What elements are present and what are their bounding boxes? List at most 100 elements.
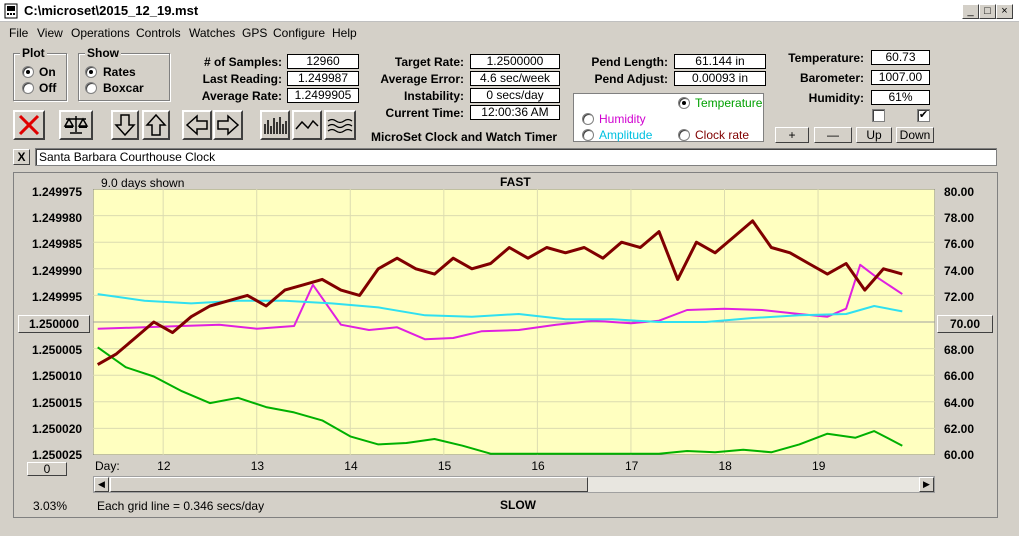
right-axis-tick: 68.00: [944, 343, 975, 357]
current-time-value: 12:00:36 AM: [470, 105, 560, 120]
current-time-label: Current Time:: [385, 106, 464, 120]
overlay-clockrate-label: Clock rate: [695, 128, 750, 142]
show-rates-label: Rates: [103, 65, 136, 79]
menu-help[interactable]: Help: [332, 26, 357, 40]
arrow-left-icon: [185, 114, 208, 136]
menu-file[interactable]: File: [9, 26, 28, 40]
right-axis-tick: 64.00: [944, 396, 975, 410]
samples-value: 12960: [287, 54, 359, 69]
line-view-button[interactable]: [292, 110, 322, 140]
samples-label: # of Samples:: [203, 55, 282, 69]
show-group-title: Show: [85, 46, 121, 60]
multi-line-view-button[interactable]: [324, 110, 356, 140]
app-name: MicroSet Clock and Watch Timer: [371, 130, 558, 144]
clock-name-field[interactable]: Santa Barbara Courthouse Clock: [35, 148, 997, 166]
overlay-temperature-radio[interactable]: [678, 97, 690, 109]
window-title: C:\microset\2015_12_19.mst: [24, 3, 199, 18]
arrow-right-icon: [217, 114, 240, 136]
avg-rate-label: Average Rate:: [201, 89, 282, 103]
scroll-right-icon[interactable]: ▶: [919, 477, 934, 492]
maximize-button[interactable]: □: [979, 4, 996, 19]
minimize-button[interactable]: _: [962, 4, 979, 19]
plot-off-label: Off: [39, 81, 57, 95]
overlay-humidity-radio[interactable]: [582, 113, 594, 125]
plot-group: Plot On Off: [13, 46, 67, 101]
down-arrow-button[interactable]: [111, 110, 139, 140]
humidity-value: 61%: [871, 90, 930, 105]
menu-configure[interactable]: Configure: [273, 26, 325, 40]
menu-controls[interactable]: Controls: [136, 26, 181, 40]
fast-label: FAST: [500, 175, 531, 189]
plot-on-radio[interactable]: [22, 66, 34, 78]
scroll-left-icon[interactable]: ◀: [94, 477, 109, 492]
zero-button[interactable]: 0: [27, 462, 67, 476]
left-axis-tick: 1.250015: [32, 396, 83, 410]
red-x-icon: [18, 114, 40, 136]
temperature-value: 60.73: [871, 50, 930, 65]
right-axis-tick: 66.00: [944, 369, 975, 383]
right-center-value-button[interactable]: 70.00: [937, 315, 993, 333]
overlay-temperature-label: Temperature: [695, 96, 763, 110]
up-arrow-button[interactable]: [142, 110, 170, 140]
plot-on-label: On: [39, 65, 56, 79]
avg-rate-value: 1.2499905: [287, 88, 359, 103]
scale-balance-icon: [63, 116, 89, 134]
show-rates-radio[interactable]: [85, 66, 97, 78]
pend-length-value: 61.144 in: [674, 54, 766, 69]
bars-view-button[interactable]: [260, 110, 290, 140]
day-tick-label: 16: [531, 459, 545, 473]
menu-gps[interactable]: GPS: [242, 26, 267, 40]
multi-wave-icon: [327, 118, 353, 134]
temperature-label: Temperature:: [788, 51, 864, 65]
day-axis-label: Day:: [95, 459, 120, 473]
rate-chart: [93, 189, 935, 455]
pend-adjust-value: 0.00093 in: [674, 71, 766, 86]
right-axis-tick: 72.00: [944, 290, 975, 304]
overlay-clockrate-radio[interactable]: [678, 129, 690, 141]
checkbox-left[interactable]: [872, 109, 885, 122]
right-axis-tick: 62.00: [944, 422, 975, 436]
humidity-label: Humidity:: [808, 91, 864, 105]
day-tick-label: 14: [344, 459, 358, 473]
scale-down-button[interactable]: Down: [896, 127, 934, 143]
left-arrow-button[interactable]: [182, 110, 212, 140]
horizontal-scrollbar[interactable]: ◀ ▶: [93, 476, 935, 493]
left-axis-tick: 1.249985: [32, 237, 83, 251]
instability-value: 0 secs/day: [470, 88, 560, 103]
plot-off-radio[interactable]: [22, 82, 34, 94]
right-axis-tick: 74.00: [944, 264, 975, 278]
target-rate-value: 1.2500000: [470, 54, 560, 69]
overlay-humidity-label: Humidity: [599, 112, 646, 126]
show-group: Show Rates Boxcar: [78, 46, 170, 101]
left-axis-tick: 1.249990: [32, 264, 83, 278]
scale-minus-button[interactable]: —: [814, 127, 852, 143]
left-axis-tick: 1.250020: [32, 422, 83, 436]
balance-button[interactable]: [59, 110, 93, 140]
overlay-amplitude-radio[interactable]: [582, 129, 594, 141]
scale-plus-button[interactable]: +: [775, 127, 809, 143]
right-axis-tick: 76.00: [944, 237, 975, 251]
grid-note: Each grid line = 0.346 secs/day: [97, 499, 265, 513]
checkbox-right[interactable]: ✔: [917, 109, 930, 122]
menu-operations[interactable]: Operations: [71, 26, 130, 40]
app-icon: [4, 3, 18, 19]
wave-line-icon: [295, 119, 319, 130]
barometer-value: 1007.00: [871, 70, 930, 85]
menu-bar: File View Operations Controls Watches GP…: [0, 23, 1019, 43]
menu-watches[interactable]: Watches: [189, 26, 235, 40]
close-button[interactable]: ×: [996, 4, 1013, 19]
arrow-down-icon: [114, 114, 136, 137]
plot-group-title: Plot: [20, 46, 47, 60]
right-arrow-button[interactable]: [213, 110, 243, 140]
scale-up-button[interactable]: Up: [856, 127, 892, 143]
scroll-thumb[interactable]: [110, 477, 588, 492]
left-axis-tick: 1.250025: [32, 448, 83, 462]
show-boxcar-radio[interactable]: [85, 82, 97, 94]
title-bar: C:\microset\2015_12_19.mst _ □ ×: [0, 0, 1019, 22]
center-value-button[interactable]: 1.250000: [18, 315, 90, 333]
stop-button[interactable]: [13, 110, 45, 140]
days-shown-label: 9.0 days shown: [101, 176, 185, 190]
menu-view[interactable]: View: [37, 26, 63, 40]
left-axis-tick: 1.249975: [32, 185, 83, 199]
clear-name-button[interactable]: X: [13, 149, 30, 165]
